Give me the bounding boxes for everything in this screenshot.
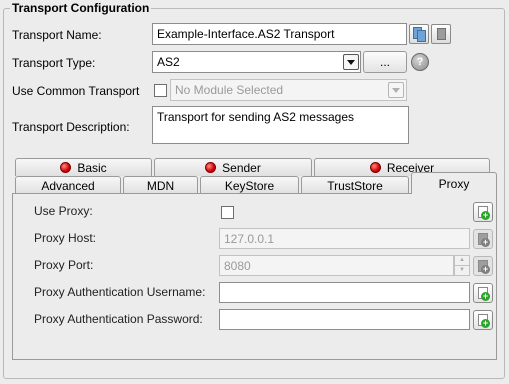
transport-name-label: Transport Name: (12, 28, 102, 42)
tab-proxy[interactable]: Proxy (411, 172, 497, 194)
proxy-password-label: Proxy Authentication Password: (34, 312, 203, 326)
proxy-panel (12, 193, 497, 360)
add-value-button[interactable]: + (473, 256, 493, 276)
group-title: Transport Configuration (10, 1, 152, 15)
proxy-host-field[interactable]: 127.0.0.1 (219, 228, 470, 249)
proxy-port-field[interactable]: 8080 (219, 255, 454, 276)
common-transport-module-select[interactable]: No Module Selected (170, 79, 407, 101)
tab-keystore[interactable]: KeyStore (200, 176, 299, 194)
use-proxy-checkbox[interactable] (221, 206, 234, 219)
proxy-username-label: Proxy Authentication Username: (34, 285, 206, 299)
tab-advanced[interactable]: Advanced (15, 176, 121, 194)
transport-description-textarea[interactable]: Transport for sending AS2 messages (152, 106, 409, 144)
help-icon[interactable]: ? (411, 53, 429, 71)
use-proxy-label: Use Proxy: (34, 204, 93, 218)
tab-keystore-label: KeyStore (224, 178, 275, 193)
proxy-host-label: Proxy Host: (34, 231, 97, 245)
document-icon[interactable] (431, 24, 451, 44)
tab-sender[interactable]: Sender (154, 158, 312, 176)
add-value-button[interactable]: + (473, 202, 493, 222)
copy-icon[interactable] (409, 24, 429, 44)
tab-divider (12, 193, 412, 194)
add-value-icon: + (481, 210, 490, 220)
error-status-icon (369, 162, 381, 173)
tab-basic[interactable]: Basic (15, 158, 152, 176)
add-value-button[interactable]: + (473, 229, 493, 249)
add-value-icon: + (481, 237, 490, 247)
tab-truststore-label: TrustStore (327, 178, 383, 193)
transport-description-label: Transport Description: (12, 120, 130, 134)
tab-basic-label: Basic (77, 160, 107, 175)
add-value-icon: + (481, 318, 490, 328)
add-value-button[interactable]: + (473, 310, 493, 330)
tab-mdn[interactable]: MDN (123, 176, 198, 194)
tab-mdn-label: MDN (146, 178, 175, 193)
transport-type-label: Transport Type: (12, 56, 96, 70)
transport-type-browse-button[interactable]: ... (363, 51, 407, 73)
tab-proxy-label: Proxy (438, 176, 470, 191)
tab-advanced-label: Advanced (41, 178, 95, 193)
add-value-button[interactable]: + (473, 283, 493, 303)
proxy-username-field[interactable] (219, 282, 470, 303)
add-value-icon: + (481, 291, 490, 301)
chevron-down-icon[interactable] (388, 82, 404, 98)
use-common-transport-label: Use Common Transport (12, 84, 140, 98)
add-value-icon: + (481, 264, 490, 274)
proxy-password-field[interactable] (219, 309, 470, 330)
transport-type-select[interactable]: AS2 (152, 51, 361, 73)
error-status-icon (60, 162, 72, 173)
use-common-transport-checkbox[interactable] (154, 84, 167, 97)
chevron-down-icon[interactable] (343, 54, 359, 70)
tab-sender-label: Sender (222, 160, 261, 175)
error-status-icon (205, 162, 217, 173)
proxy-port-label: Proxy Port: (34, 258, 94, 272)
tab-truststore[interactable]: TrustStore (301, 176, 409, 194)
transport-name-field[interactable]: Example-Interface.AS2 Transport (152, 23, 407, 45)
proxy-port-stepper[interactable]: ▲ ▼ (454, 255, 470, 276)
